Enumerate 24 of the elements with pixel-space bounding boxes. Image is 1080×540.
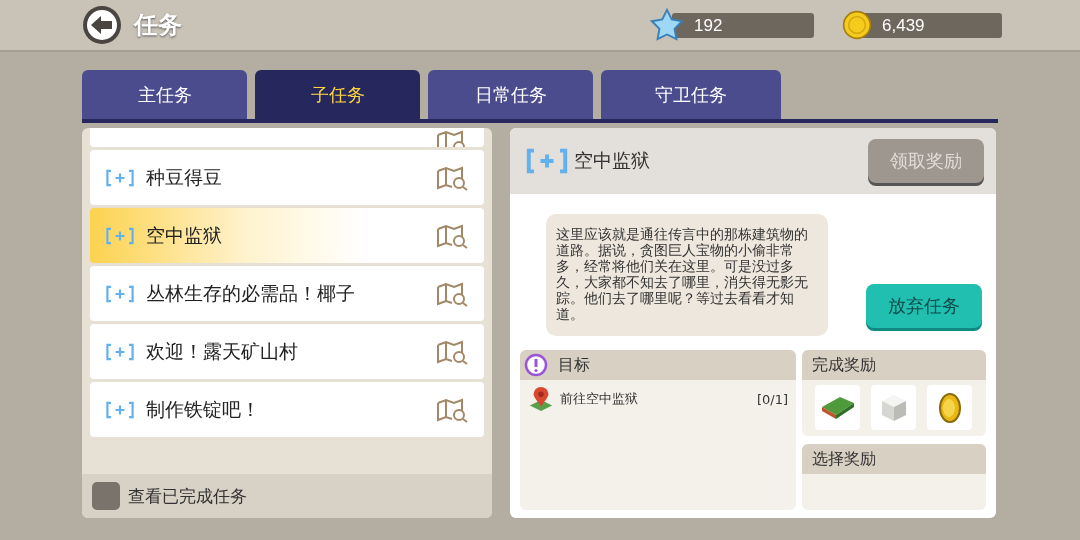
abandon-quest-button[interactable]: 放弃任务: [866, 284, 982, 328]
objective-text: 前往空中监狱: [560, 390, 638, 408]
choice-rewards-title: 选择奖励: [811, 448, 876, 470]
quest-name: 种豆得豆: [146, 164, 223, 190]
tab[interactable]: 日常任务: [428, 70, 593, 119]
tab[interactable]: 主任务: [82, 70, 247, 119]
checkbox-label: 查看已完成任务: [128, 484, 247, 508]
quest-row[interactable]: 丛林生存的必需品！椰子: [90, 266, 484, 321]
quest-description: 这里应该就是通往传言中的那栋建筑物的道路。据说，贪图巨人宝物的小偷非常多，经常将他们关在这里。可是没过多久，大家都不知去了哪里，消失得无影无踪。他们去了哪里呢？等过去看看才知道。: [546, 214, 828, 336]
quest-title: 空中监狱: [574, 148, 650, 173]
quest-name: 欢迎！露天矿山村: [146, 338, 299, 364]
quest-row[interactable]: 空中监狱: [90, 208, 484, 263]
quest-name: 丛林生存的必需品！椰子: [146, 280, 356, 306]
tab[interactable]: 子任务: [255, 70, 420, 119]
objectives-title: 目标: [557, 354, 590, 376]
page-title: 任务: [134, 10, 182, 41]
rewards-title: 完成奖励: [811, 354, 876, 376]
quest-name: 制作铁锭吧！: [146, 396, 261, 422]
gem-count: 192: [672, 12, 814, 38]
quest-name: 空中监狱: [146, 222, 223, 248]
quest-row[interactable]: 种豆得豆: [90, 150, 484, 205]
quest-row[interactable]: 欢迎！露天矿山村: [90, 324, 484, 379]
quest-row[interactable]: 制作铁锭吧！: [90, 382, 484, 437]
tab[interactable]: 守卫任务: [601, 70, 781, 119]
